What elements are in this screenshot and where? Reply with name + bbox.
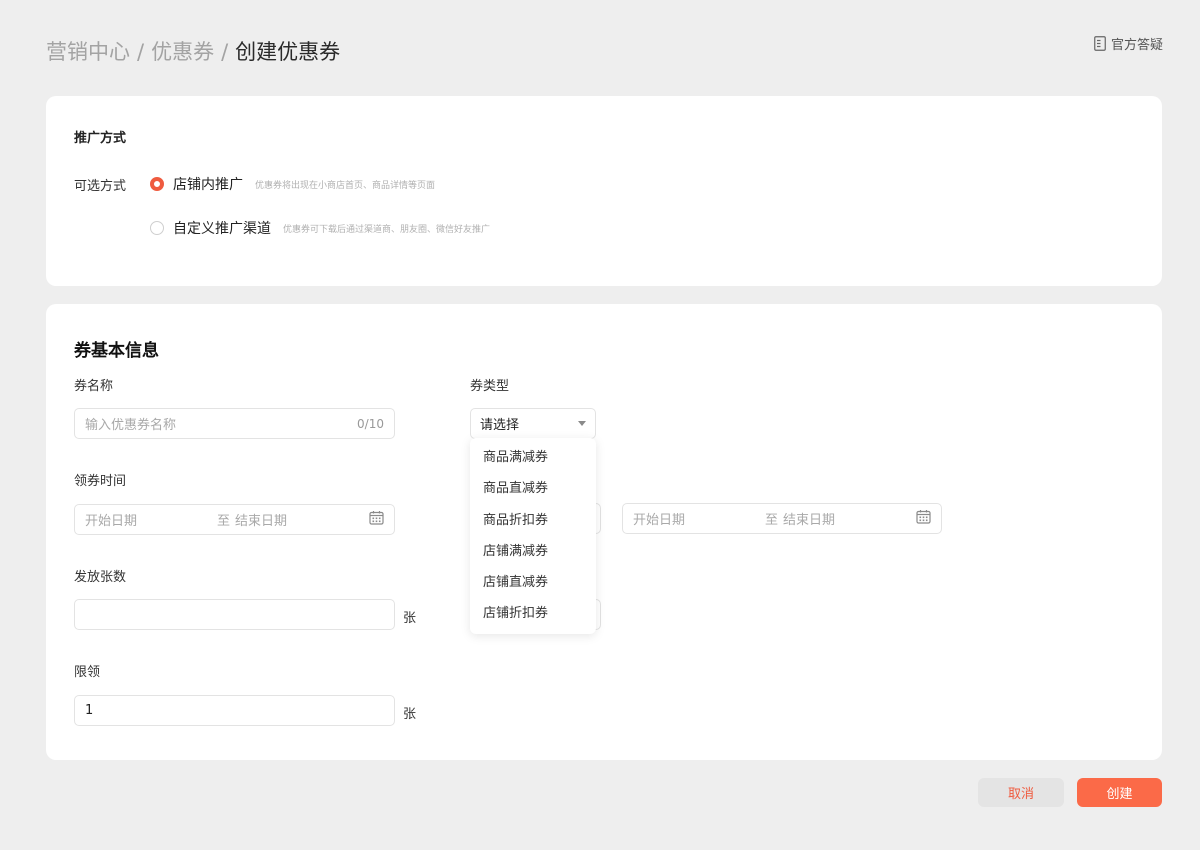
issue-count-input[interactable] (74, 599, 395, 630)
radio-button[interactable] (150, 221, 164, 235)
calendar-icon (916, 509, 931, 528)
coupon-name-placeholder: 输入优惠券名称 (85, 418, 177, 433)
radio-option-label: 店铺内推广 (173, 177, 243, 193)
calendar-icon (369, 510, 384, 529)
range-separator: 至 (217, 514, 231, 529)
faq-label: 官方答疑 (1110, 38, 1163, 53)
range-start-placeholder: 开始日期 (633, 513, 686, 528)
breadcrumb-item-marketing[interactable]: 营销中心 (46, 40, 130, 64)
dropdown-option[interactable]: 商品直减券 (470, 473, 596, 504)
cancel-button[interactable]: 取消 (978, 778, 1064, 807)
range-separator: 至 (765, 513, 779, 528)
dropdown-option[interactable]: 店铺直减券 (470, 567, 596, 598)
use-time-range-picker[interactable]: 开始日期 至 结束日期 (622, 503, 942, 534)
limit-label: 限领 (74, 665, 101, 680)
radio-option-hint: 优惠券可下载后通过渠道商、朋友圈、微信好友推广 (283, 224, 491, 235)
coupon-name-label: 券名称 (74, 379, 114, 394)
limit-unit: 张 (403, 707, 417, 722)
breadcrumb-separator: / (221, 40, 229, 64)
coupon-type-value: 请选择 (480, 418, 520, 433)
create-button[interactable]: 创建 (1077, 778, 1162, 807)
limit-value: 1 (85, 703, 94, 718)
coupon-type-dropdown: 商品满减券 商品直减券 商品折扣券 店铺满减券 店铺直减券 店铺折扣券 (470, 438, 596, 634)
page-title: 创建优惠券 (235, 40, 341, 64)
radio-option-in-store[interactable]: 店铺内推广 优惠券将出现在小商店首页、商品详情等页面 (150, 174, 435, 194)
faq-link[interactable]: 官方答疑 (1094, 34, 1163, 53)
claim-time-label: 领券时间 (74, 474, 127, 489)
breadcrumb-item-coupons[interactable]: 优惠券 (151, 40, 214, 64)
dropdown-option[interactable]: 店铺满减券 (470, 536, 596, 567)
dropdown-option[interactable]: 商品满减券 (470, 442, 596, 473)
issue-count-label: 发放张数 (74, 570, 127, 585)
claim-time-range-picker[interactable]: 开始日期 至 结束日期 (74, 504, 395, 535)
issue-count-unit: 张 (403, 611, 417, 626)
range-end-placeholder: 结束日期 (235, 514, 288, 529)
radio-option-hint: 优惠券将出现在小商店首页、商品详情等页面 (255, 180, 436, 191)
range-start-placeholder: 开始日期 (85, 514, 138, 529)
dropdown-option[interactable]: 商品折扣券 (470, 505, 596, 536)
dropdown-option[interactable]: 店铺折扣券 (470, 598, 596, 629)
radio-option-custom-channel[interactable]: 自定义推广渠道 优惠券可下载后通过渠道商、朋友圈、微信好友推广 (150, 218, 490, 238)
radio-option-label: 自定义推广渠道 (173, 221, 271, 237)
range-end-placeholder: 结束日期 (783, 513, 836, 528)
coupon-type-select[interactable]: 请选择 (470, 408, 596, 439)
coupon-name-input[interactable]: 输入优惠券名称 0/10 (74, 408, 395, 439)
breadcrumb-separator: / (137, 40, 145, 64)
radio-button-checked[interactable] (150, 177, 164, 191)
caret-down-icon (578, 421, 586, 426)
coupon-type-label: 券类型 (470, 379, 510, 394)
limit-input[interactable]: 1 (74, 695, 395, 726)
char-counter: 0/10 (357, 416, 384, 431)
breadcrumb: 营销中心 / 优惠券 / 创建优惠券 (46, 36, 340, 66)
document-icon (1094, 36, 1106, 51)
promotion-title: 推广方式 (74, 131, 127, 146)
basic-info-title: 券基本信息 (74, 341, 159, 361)
promotion-options-label: 可选方式 (74, 179, 127, 194)
